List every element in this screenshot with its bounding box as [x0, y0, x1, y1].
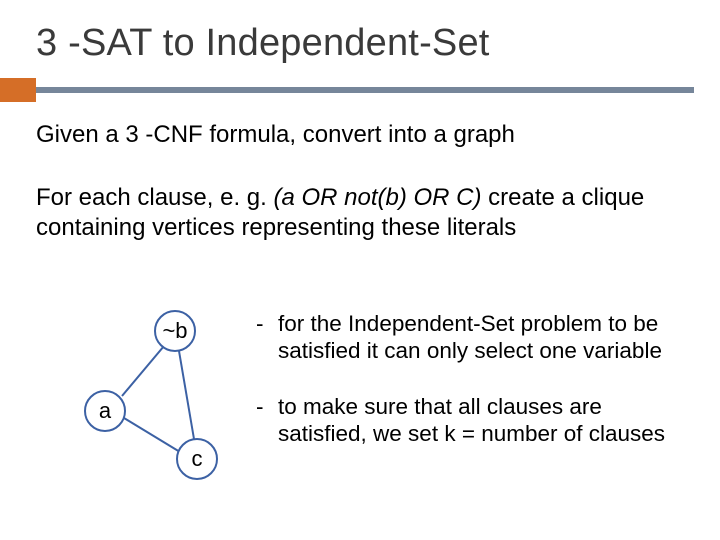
graph-node-not-b: ~b — [154, 310, 196, 352]
note-item-1: - for the Independent-Set problem to be … — [256, 310, 690, 365]
dash-icon: - — [256, 393, 278, 448]
note-1-text: for the Independent-Set problem to be sa… — [278, 310, 690, 365]
note-item-2: - to make sure that all clauses are sati… — [256, 393, 690, 448]
title-divider — [36, 87, 694, 93]
dash-icon: - — [256, 310, 278, 365]
paragraph-2: For each clause, e. g. (a OR not(b) OR C… — [36, 183, 690, 242]
paragraph-1: Given a 3 -CNF formula, convert into a g… — [36, 120, 690, 149]
paragraph-2-pre: For each clause, e. g. — [36, 184, 273, 211]
graph-edges — [36, 310, 256, 520]
slide-title: 3 -SAT to Independent-Set — [36, 22, 490, 65]
clique-graph: ~b a c — [36, 310, 256, 520]
graph-node-c: c — [176, 438, 218, 480]
graph-node-a: a — [84, 390, 126, 432]
slide: 3 -SAT to Independent-Set Given a 3 -CNF… — [0, 0, 720, 540]
body-text: Given a 3 -CNF formula, convert into a g… — [36, 120, 690, 242]
lower-area: ~b a c - for the Independent-Set problem… — [36, 310, 690, 520]
paragraph-2-italic: (a OR not(b) OR C) — [273, 184, 481, 211]
notes-list: - for the Independent-Set problem to be … — [256, 310, 690, 520]
note-2-text: to make sure that all clauses are satisf… — [278, 393, 690, 448]
accent-block — [0, 78, 36, 102]
